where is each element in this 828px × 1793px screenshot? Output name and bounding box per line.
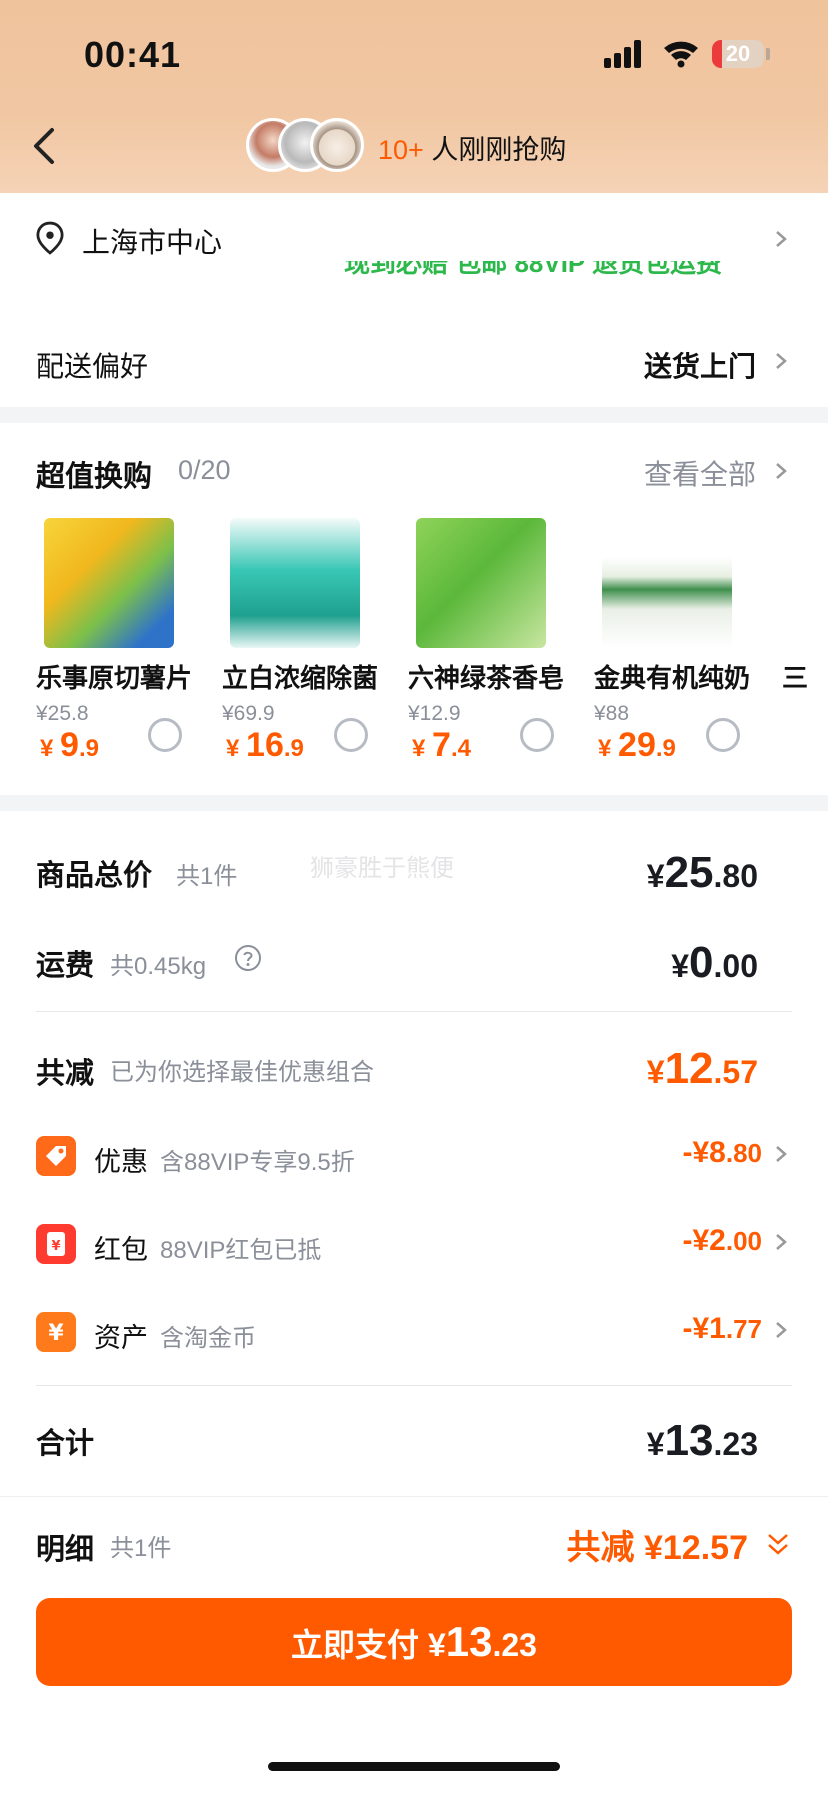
battery-icon: 20 [712, 40, 764, 68]
goods-count: 共1件 [176, 863, 238, 890]
avatar [310, 118, 364, 172]
swap-title: 超值换购 [36, 461, 153, 493]
tag-icon [36, 1136, 76, 1176]
discount-label: 红包 [94, 1235, 148, 1265]
chevron-right-icon[interactable] [774, 1232, 788, 1252]
shipping-label: 运费 [36, 950, 95, 982]
section-divider [0, 795, 828, 811]
select-radio[interactable] [334, 718, 368, 752]
buyers-count: 10+ [378, 135, 424, 165]
product-price: ¥ 16.9 [226, 726, 304, 764]
product-original-price: ¥12.9 [408, 702, 461, 725]
back-arrow-icon[interactable] [26, 124, 66, 168]
product-price: ¥ 29.9 [598, 726, 676, 764]
detail-label: 明细 [36, 1534, 95, 1566]
product-original-price: ¥69.9 [222, 702, 275, 725]
buyer-avatars [246, 118, 370, 176]
header: 00:41 20 10+ 人刚刚抢购 [0, 0, 828, 193]
delivery-preference-value[interactable]: 送货上门 [644, 345, 756, 385]
product-original-price: ¥25.8 [36, 702, 89, 725]
divider [36, 1011, 792, 1012]
svg-text:¥: ¥ [51, 1239, 60, 1254]
product-price: ¥ 7.4 [412, 726, 471, 764]
address-text[interactable]: 上海市中心 [82, 221, 222, 261]
discount-amount: -¥2.00 [682, 1224, 762, 1257]
address-card: 上海市中心 现到必赔 包邮 88VIP 退货包运费 配送偏好 送货上门 [0, 193, 828, 407]
discount-amount: -¥8.80 [682, 1136, 762, 1169]
discount-sub: 88VIP红包已抵 [160, 1237, 322, 1264]
product-name: 六神绿茶香皂 [408, 663, 565, 693]
address-overlay-text: 现到必赔 包邮 88VIP 退货包运费 [344, 261, 723, 278]
discount-amount: -¥1.77 [682, 1312, 762, 1345]
wifi-icon [664, 41, 698, 68]
recent-buyers-text: 10+ 人刚刚抢购 [378, 128, 566, 167]
detail-count: 共1件 [110, 1535, 172, 1562]
watermark-text: 狮豪胜于熊便 [310, 855, 454, 882]
battery-level: 20 [725, 41, 751, 66]
discount-sub: 含淘金币 [160, 1325, 256, 1352]
discount-row-assets[interactable]: ¥ 资产 含淘金币 -¥1.77 [36, 1306, 796, 1366]
product-price: ¥ 9.9 [40, 726, 99, 764]
battery-tip [766, 48, 770, 60]
buyers-label: 人刚刚抢购 [431, 135, 567, 165]
product-name: 金典有机纯奶 [594, 663, 751, 693]
total-reduce-label: 共减 [36, 1058, 95, 1090]
chevron-right-icon[interactable] [774, 351, 788, 371]
signal-icon [604, 40, 646, 68]
chevron-right-icon[interactable] [774, 1320, 788, 1340]
product-image [602, 518, 732, 648]
chevron-right-icon[interactable] [774, 1144, 788, 1164]
chevron-right-icon[interactable] [774, 229, 788, 249]
discount-label: 优惠 [94, 1147, 148, 1177]
select-radio[interactable] [148, 718, 182, 752]
select-radio[interactable] [520, 718, 554, 752]
partial-product-name: 三 [782, 663, 809, 693]
delivery-preference-label: 配送偏好 [36, 351, 149, 382]
status-time: 00:41 [84, 34, 182, 75]
red-packet-icon: ¥ [36, 1224, 76, 1264]
double-chevron-down-icon[interactable] [766, 1530, 790, 1558]
goods-total-label: 商品总价 [36, 860, 153, 892]
chevron-right-icon[interactable] [774, 461, 788, 481]
product-name: 立白浓缩除菌 [222, 663, 379, 693]
product-original-price: ¥88 [594, 702, 630, 725]
status-bar: 00:41 20 [0, 0, 828, 110]
discount-label: 资产 [94, 1323, 148, 1353]
section-divider [0, 407, 828, 423]
total-reduce-sub: 已为你选择最佳优惠组合 [110, 1059, 374, 1086]
coin-icon: ¥ [36, 1312, 76, 1352]
swap-count: 0/20 [178, 455, 231, 485]
divider [36, 1385, 792, 1386]
goods-total-amount: ¥25.80 [646, 848, 758, 897]
help-icon[interactable] [234, 944, 262, 972]
pay-now-button[interactable]: 立即支付 ¥13.23 [36, 1598, 792, 1686]
product-image [416, 518, 546, 648]
footer-reduce-text[interactable]: 共减 ¥12.57 [567, 1520, 748, 1569]
grand-total-label: 合计 [36, 1428, 95, 1460]
grand-total-amount: ¥13.23 [646, 1416, 758, 1465]
shipping-weight: 共0.45kg [110, 953, 207, 980]
location-pin-icon [36, 221, 64, 255]
total-reduce-amount: ¥12.57 [646, 1044, 758, 1093]
product-image [44, 518, 174, 648]
shipping-amount: ¥0.00 [671, 938, 758, 987]
discount-row-redpacket[interactable]: ¥ 红包 88VIP红包已抵 -¥2.00 [36, 1218, 796, 1278]
discount-sub: 含88VIP专享9.5折 [160, 1149, 355, 1176]
discount-row-coupon[interactable]: 优惠 含88VIP专享9.5折 -¥8.80 [36, 1130, 796, 1190]
select-radio[interactable] [706, 718, 740, 752]
product-image [230, 518, 360, 648]
svg-text:¥: ¥ [48, 1321, 64, 1346]
product-name: 乐事原切薯片 [36, 663, 193, 693]
view-all-link[interactable]: 查看全部 [644, 453, 756, 493]
home-indicator [268, 1762, 560, 1771]
